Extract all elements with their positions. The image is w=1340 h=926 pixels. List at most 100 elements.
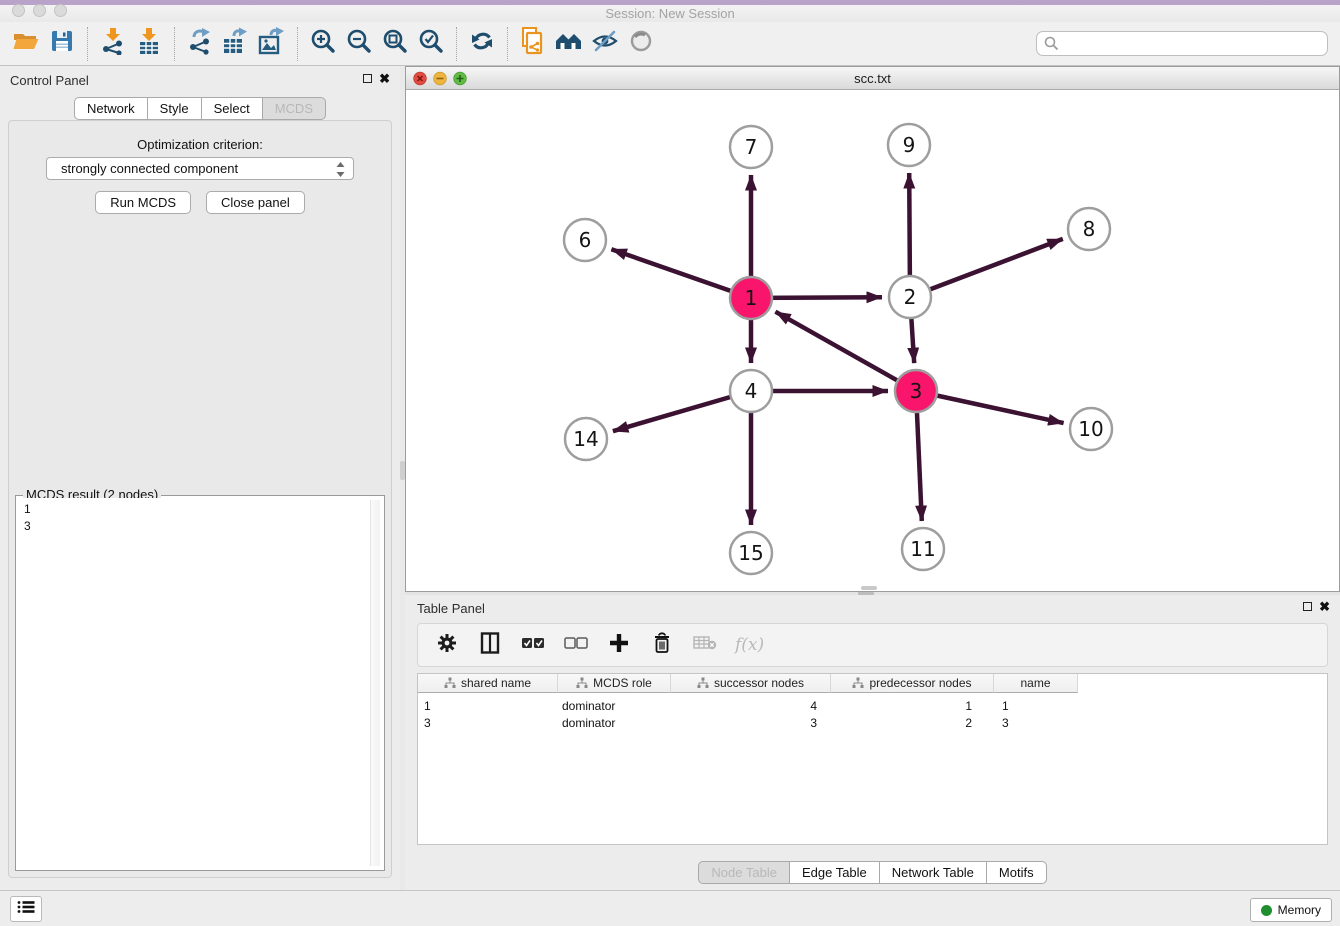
unchecked-boxes-icon <box>564 636 588 655</box>
svg-text:10: 10 <box>1078 417 1103 441</box>
table-panel-title: Table Panel <box>417 601 485 616</box>
cell-mcds-role: dominator <box>558 697 671 714</box>
open-session-button[interactable] <box>8 27 44 61</box>
node-4[interactable]: 4 <box>730 370 772 412</box>
tab-mcds[interactable]: MCDS <box>262 97 326 120</box>
deselect-all-button[interactable] <box>563 632 589 658</box>
eye-disabled-icon <box>628 28 654 59</box>
delete-table-button[interactable] <box>692 632 718 658</box>
node-7[interactable]: 7 <box>730 126 772 168</box>
edge-3-1[interactable] <box>775 312 916 391</box>
column-header-shared-name[interactable]: shared name <box>418 674 558 693</box>
table-toolbar: f(x) <box>417 623 1328 667</box>
refresh-button[interactable] <box>464 27 500 61</box>
show-all-button[interactable] <box>623 27 659 61</box>
column-header-mcds-role[interactable]: MCDS role <box>558 674 671 693</box>
search-input[interactable] <box>1036 31 1328 56</box>
edge-3-10[interactable] <box>916 391 1064 423</box>
close-panel-icon[interactable]: ✖ <box>1319 601 1330 612</box>
export-network-button[interactable] <box>182 27 218 61</box>
select-stepper-icon <box>336 162 345 180</box>
first-neighbors-button[interactable] <box>551 27 587 61</box>
zoom-in-button[interactable] <box>305 27 341 61</box>
tab-network[interactable]: Network <box>74 97 148 120</box>
node-6[interactable]: 6 <box>564 219 606 261</box>
memory-label: Memory <box>1278 903 1321 917</box>
table-settings-button[interactable] <box>434 632 460 658</box>
mcds-panel: Optimization criterion: strongly connect… <box>8 120 392 878</box>
svg-text:11: 11 <box>910 537 935 561</box>
tab-motifs[interactable]: Motifs <box>986 861 1047 884</box>
network-canvas[interactable]: 7 9 6 8 1 2 4 3 14 10 15 11 <box>406 90 1339 591</box>
open-folder-icon <box>12 29 40 58</box>
edge-2-8[interactable] <box>910 239 1063 297</box>
column-header-name[interactable]: name <box>994 674 1078 693</box>
node-14[interactable]: 14 <box>565 418 607 460</box>
task-history-button[interactable] <box>10 896 42 922</box>
export-network-icon <box>186 27 214 60</box>
svg-text:7: 7 <box>745 135 758 159</box>
eye-slash-icon <box>591 29 619 58</box>
node-15[interactable]: 15 <box>730 532 772 574</box>
delete-column-button[interactable] <box>649 632 675 658</box>
zoom-selected-icon <box>418 28 444 59</box>
attribute-icon <box>697 677 709 689</box>
criterion-value: strongly connected component <box>61 161 238 176</box>
canvas-hscroll-hint[interactable] <box>861 586 877 590</box>
run-mcds-button[interactable]: Run MCDS <box>95 191 191 214</box>
toolbar-divider <box>297 27 298 61</box>
import-table-button[interactable] <box>131 27 167 61</box>
tab-node-table[interactable]: Node Table <box>698 861 790 884</box>
export-image-button[interactable] <box>254 27 290 61</box>
column-header-predecessor-nodes[interactable]: predecessor nodes <box>831 674 994 693</box>
table-row[interactable]: 1 dominator 4 1 1 <box>418 697 1327 714</box>
svg-text:15: 15 <box>738 541 763 565</box>
save-session-button[interactable] <box>44 27 80 61</box>
close-panel-button[interactable]: Close panel <box>206 191 305 214</box>
node-9[interactable]: 9 <box>888 124 930 166</box>
svg-text:1: 1 <box>745 286 758 310</box>
zoom-out-icon <box>346 28 372 59</box>
result-scrollbar[interactable] <box>370 500 380 866</box>
list-icon <box>17 900 35 919</box>
toggle-panel-button[interactable] <box>477 632 503 658</box>
cell-predecessor-nodes: 2 <box>831 714 994 731</box>
float-panel-icon[interactable] <box>1303 602 1312 611</box>
node-3[interactable]: 3 <box>895 370 937 412</box>
mcds-result-group: MCDS result (2 nodes) 1 3 <box>15 495 385 871</box>
tab-edge-table[interactable]: Edge Table <box>789 861 880 884</box>
memory-button[interactable]: Memory <box>1250 898 1332 922</box>
float-panel-icon[interactable] <box>363 74 372 83</box>
criterion-select[interactable]: strongly connected component <box>46 157 354 180</box>
network-graph[interactable]: 7 9 6 8 1 2 4 3 14 10 15 11 <box>406 90 1339 592</box>
table-row[interactable]: 3 dominator 3 2 3 <box>418 714 1327 731</box>
tab-select[interactable]: Select <box>201 97 263 120</box>
close-panel-icon[interactable]: ✖ <box>379 73 390 84</box>
node-8[interactable]: 8 <box>1068 208 1110 250</box>
zoom-out-button[interactable] <box>341 27 377 61</box>
column-header-successor-nodes[interactable]: successor nodes <box>671 674 831 693</box>
add-column-button[interactable] <box>606 632 632 658</box>
control-panel-tabs: Network Style Select MCDS <box>0 97 400 120</box>
tab-network-table[interactable]: Network Table <box>879 861 987 884</box>
table-panel: Table Panel ✖ f(x) shared name MCDS role… <box>405 595 1340 890</box>
import-network-button[interactable] <box>95 27 131 61</box>
node-11[interactable]: 11 <box>902 528 944 570</box>
network-view-frame: scc.txt 7968124314101511 <box>405 66 1340 592</box>
mcds-result-list[interactable]: 1 3 <box>18 498 382 868</box>
tab-style[interactable]: Style <box>147 97 202 120</box>
node-1[interactable]: 1 <box>730 277 772 319</box>
zoom-selected-button[interactable] <box>413 27 449 61</box>
mcds-result-item: 3 <box>24 518 376 535</box>
node-10[interactable]: 10 <box>1070 408 1112 450</box>
function-builder-button[interactable]: f(x) <box>735 635 764 655</box>
cell-mcds-role: dominator <box>558 714 671 731</box>
duplicate-network-button[interactable] <box>515 27 551 61</box>
toolbar-divider <box>507 27 508 61</box>
export-table-button[interactable] <box>218 27 254 61</box>
zoom-fit-button[interactable] <box>377 27 413 61</box>
svg-text:4: 4 <box>745 379 758 403</box>
select-all-button[interactable] <box>520 632 546 658</box>
hide-selected-button[interactable] <box>587 27 623 61</box>
node-2[interactable]: 2 <box>889 276 931 318</box>
